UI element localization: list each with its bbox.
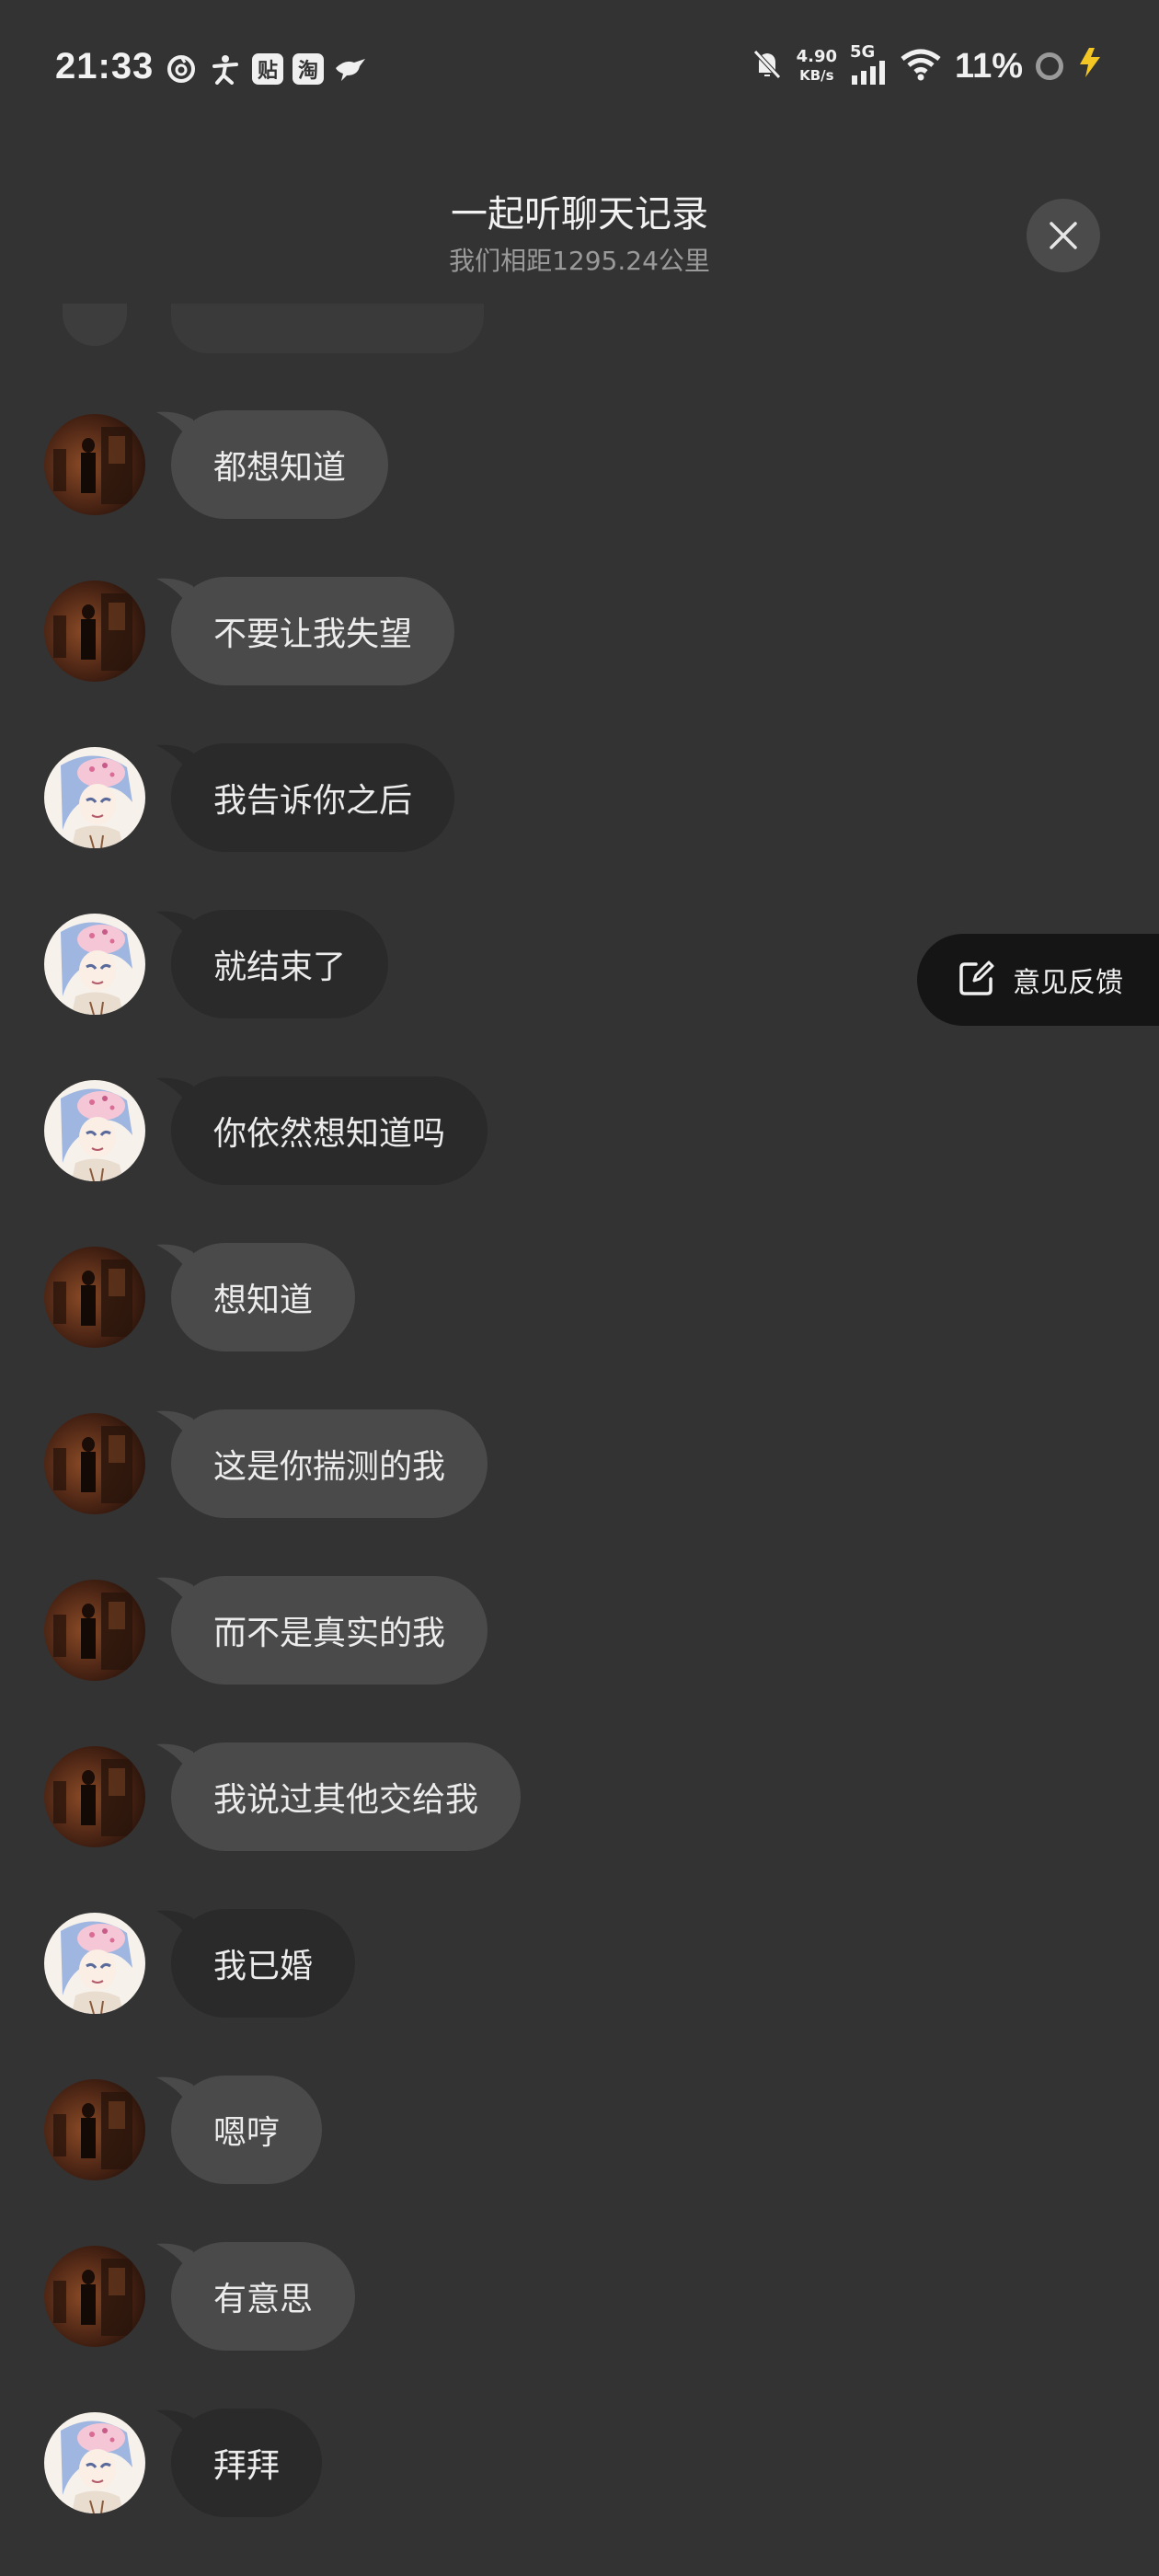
message-text: 不要让我失望	[171, 577, 455, 685]
notification-icons: 贴 淘	[164, 52, 368, 86]
message-text: 拜拜	[171, 2409, 323, 2517]
message-text: 就结束了	[171, 910, 389, 1018]
network-speed: 4.90 KB/s	[796, 47, 838, 85]
avatar-anime[interactable]	[44, 747, 145, 848]
edit-icon	[958, 959, 996, 1001]
message-text: 嗯哼	[171, 2076, 323, 2184]
battery-ring-icon	[1036, 52, 1063, 80]
message-bubble[interactable]: 这是你揣测的我	[156, 1409, 488, 1518]
message-row: 不要让我失望	[0, 577, 920, 687]
battery-percent: 11%	[955, 46, 1023, 86]
message-row: 嗯哼	[0, 2076, 920, 2186]
avatar-brown[interactable]	[44, 1580, 145, 1681]
close-icon	[1050, 222, 1077, 249]
message-bubble[interactable]: 想知道	[156, 1243, 356, 1351]
avatar-anime[interactable]	[44, 1913, 145, 2014]
message-bubble[interactable]: 拜拜	[156, 2409, 323, 2517]
chat-list[interactable]: 都想知道 不要让我失望 我告诉你之后 就结束了 你依然想知道吗 想知道 这是你揣…	[0, 304, 1159, 2576]
status-right: 4.90 KB/s 5G 11%	[751, 44, 1104, 88]
signal-bars-icon	[850, 61, 887, 88]
netease-music-icon	[164, 52, 199, 86]
wifi-icon	[900, 48, 942, 85]
avatar-anime[interactable]	[44, 914, 145, 1015]
distance-subtitle: 我们相距1295.24公里	[449, 246, 710, 276]
message-bubble	[171, 304, 484, 353]
avatar-brown[interactable]	[44, 2246, 145, 2347]
close-button[interactable]	[1027, 199, 1100, 272]
message-bubble[interactable]: 我已婚	[156, 1909, 356, 2018]
avatar-anime[interactable]	[44, 1080, 145, 1181]
message-row: 我说过其他交给我	[0, 1742, 920, 1853]
message-row: 我已婚	[0, 1909, 920, 2019]
avatar-anime[interactable]	[44, 2412, 145, 2513]
avatar-brown[interactable]	[44, 1247, 145, 1348]
avatar-brown[interactable]	[44, 581, 145, 682]
message-text: 你依然想知道吗	[171, 1076, 488, 1185]
taobao-icon: 淘	[293, 53, 324, 85]
message-bubble[interactable]: 不要让我失望	[156, 577, 455, 685]
message-row: 有意思	[0, 2242, 920, 2352]
message-row: 都想知道	[0, 410, 920, 521]
message-text: 这是你揣测的我	[171, 1409, 488, 1518]
mute-bell-icon	[751, 48, 784, 85]
message-text: 有意思	[171, 2242, 356, 2351]
page-header: 一起听聊天记录 我们相距1295.24公里	[0, 166, 1159, 294]
status-time: 21:33	[55, 46, 155, 86]
message-bubble[interactable]: 有意思	[156, 2242, 356, 2351]
tieba-icon: 贴	[252, 53, 283, 85]
avatar-brown[interactable]	[44, 414, 145, 515]
message-text: 都想知道	[171, 410, 389, 519]
message-bubble[interactable]: 就结束了	[156, 910, 389, 1018]
message-text: 我告诉你之后	[171, 743, 455, 852]
page-title: 一起听聊天记录	[451, 193, 708, 236]
feedback-label: 意见反馈	[1013, 967, 1123, 999]
message-row: 就结束了	[0, 910, 920, 1020]
feedback-button[interactable]: 意见反馈	[917, 934, 1159, 1026]
message-row: 我告诉你之后	[0, 743, 920, 854]
avatar	[63, 304, 127, 346]
message-row: 你依然想知道吗	[0, 1076, 920, 1187]
message-bubble[interactable]: 嗯哼	[156, 2076, 323, 2184]
message-text: 我已婚	[171, 1909, 356, 2018]
fitness-icon	[208, 52, 243, 86]
charging-bolt-icon	[1076, 48, 1104, 85]
avatar-brown[interactable]	[44, 1746, 145, 1847]
message-row: 想知道	[0, 1243, 920, 1353]
partial-message	[0, 304, 1159, 353]
message-bubble[interactable]: 我告诉你之后	[156, 743, 455, 852]
cell-signal: 5G	[850, 44, 887, 88]
avatar-brown[interactable]	[44, 1413, 145, 1514]
status-bar: 21:33 贴 淘 4.90 KB/s 5G 11%	[0, 0, 1159, 138]
message-row: 这是你揣测的我	[0, 1409, 920, 1520]
bird-icon	[333, 52, 368, 86]
message-bubble[interactable]: 我说过其他交给我	[156, 1742, 522, 1851]
message-row: 而不是真实的我	[0, 1576, 920, 1686]
message-text: 想知道	[171, 1243, 356, 1351]
message-text: 而不是真实的我	[171, 1576, 488, 1685]
message-text: 我说过其他交给我	[171, 1742, 522, 1851]
message-bubble[interactable]: 都想知道	[156, 410, 389, 519]
message-bubble[interactable]: 而不是真实的我	[156, 1576, 488, 1685]
avatar-brown[interactable]	[44, 2079, 145, 2180]
message-row: 拜拜	[0, 2409, 920, 2519]
message-bubble[interactable]: 你依然想知道吗	[156, 1076, 488, 1185]
